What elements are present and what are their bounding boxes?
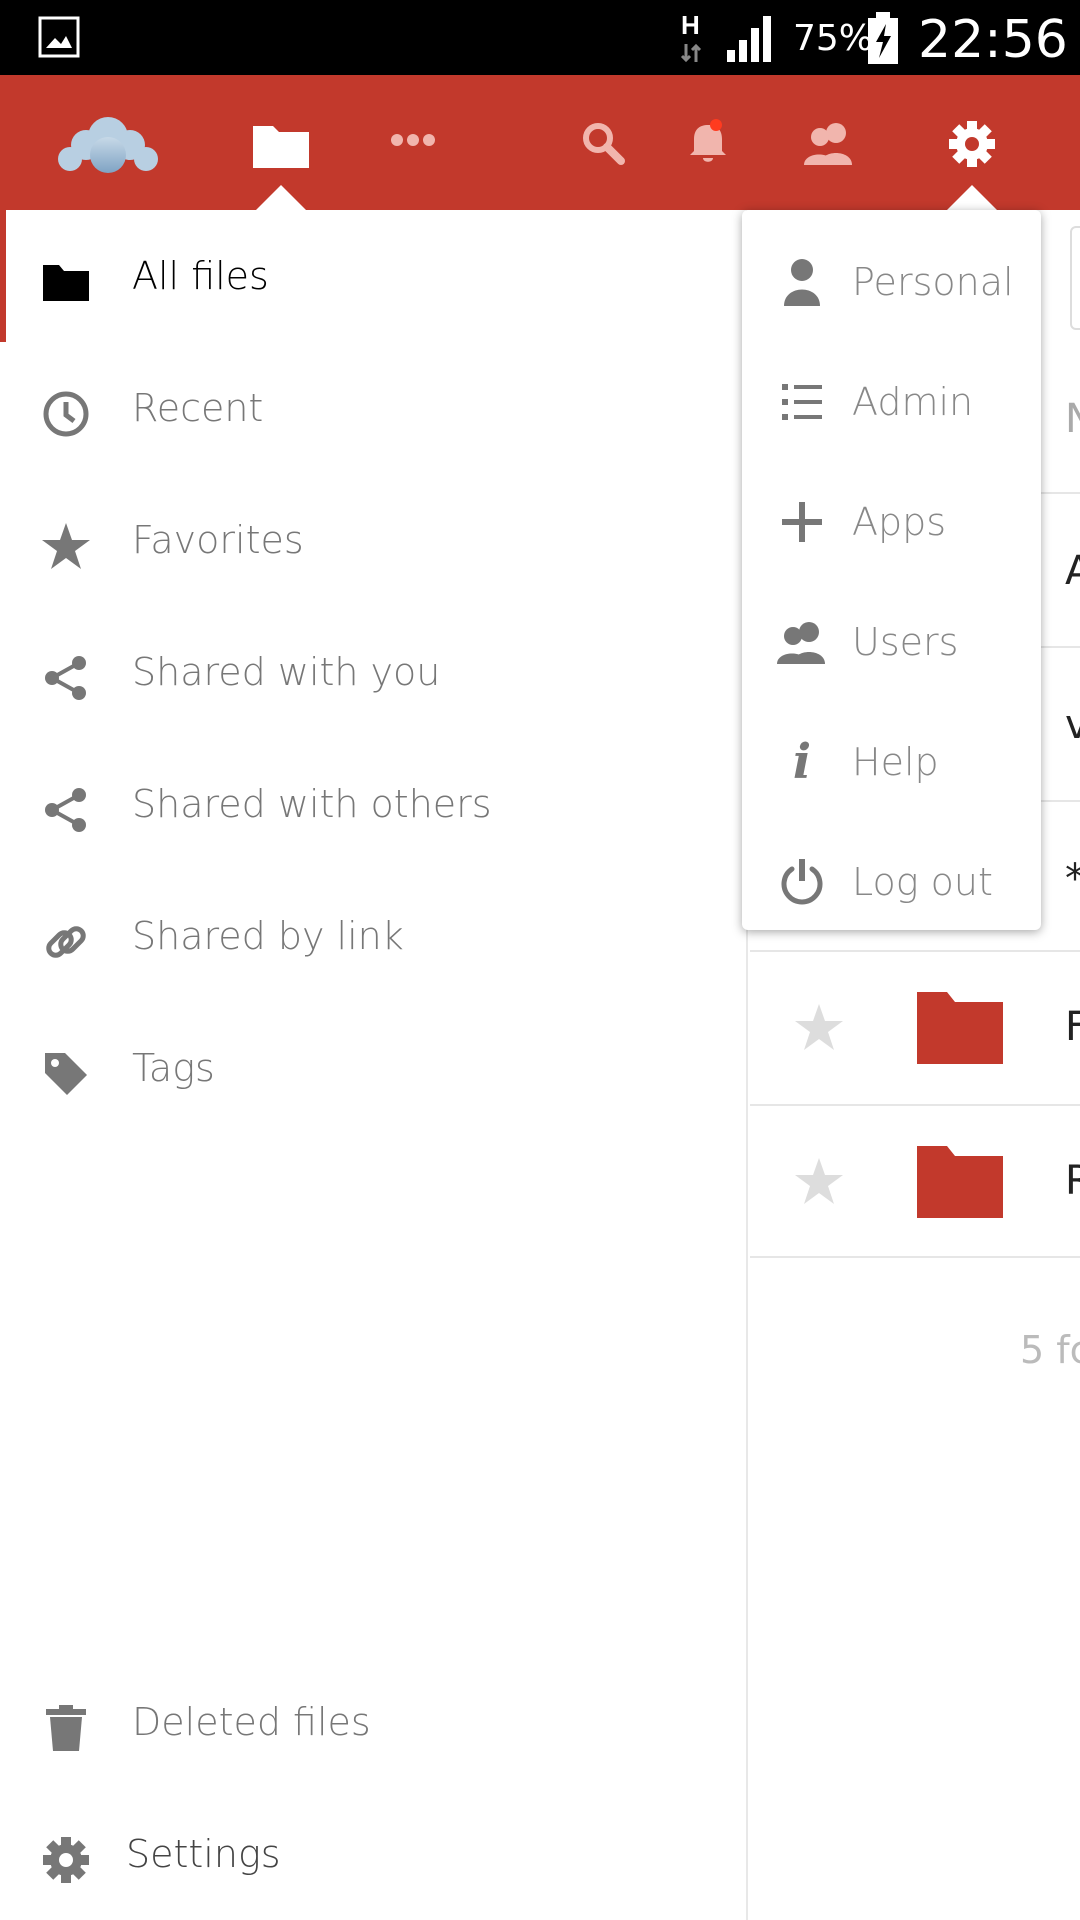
menu-item-apps[interactable]: Apps xyxy=(742,462,1041,582)
nav-caret xyxy=(255,185,307,211)
owncloud-logo[interactable] xyxy=(56,115,160,175)
nav-item-favorites[interactable]: Favorites xyxy=(0,474,748,606)
menu-item-users[interactable]: Users xyxy=(742,582,1041,702)
column-header-name[interactable]: N xyxy=(1065,396,1080,442)
folder-icon xyxy=(917,1146,1003,1218)
menu-item-help[interactable]: i Help xyxy=(742,702,1041,822)
share-icon xyxy=(40,784,92,836)
power-icon xyxy=(776,856,828,908)
clock: 22:56 xyxy=(918,10,1068,70)
settings-gear-icon[interactable] xyxy=(948,120,996,168)
nav-item-shared-by-link[interactable]: Shared by link xyxy=(0,870,748,1002)
file-row-name[interactable]: F xyxy=(1065,1004,1080,1050)
menu-caret xyxy=(946,185,998,211)
active-indicator xyxy=(0,210,6,342)
table-row[interactable]: R xyxy=(750,1106,1080,1256)
file-row-name[interactable]: v xyxy=(1065,702,1080,748)
network-icon: H xyxy=(678,10,704,68)
file-row-name[interactable]: * xyxy=(1065,856,1080,902)
contacts-icon[interactable] xyxy=(804,120,854,166)
person-icon xyxy=(776,256,828,308)
menu-item-personal[interactable]: Personal xyxy=(742,222,1041,342)
image-icon xyxy=(38,16,80,58)
more-apps-icon[interactable] xyxy=(390,130,436,150)
plus-icon xyxy=(776,496,828,548)
nav-item-recent[interactable]: Recent xyxy=(0,342,748,474)
nav-item-deleted-files[interactable]: Deleted files xyxy=(0,1656,748,1788)
nav-item-tags[interactable]: Tags xyxy=(0,1002,748,1134)
nav-item-all-files[interactable]: All files xyxy=(0,210,748,342)
app-header xyxy=(0,75,1080,210)
link-icon xyxy=(40,916,92,968)
folder-count-summary: 5 fc xyxy=(1020,1328,1080,1372)
search-field-edge[interactable] xyxy=(1070,226,1080,330)
settings-dropdown-menu: Personal Admin Apps Users i Help Log out xyxy=(742,210,1041,930)
notifications-bell-icon[interactable] xyxy=(686,117,730,167)
status-bar: H 75% 22:56 xyxy=(0,0,1080,75)
row-divider xyxy=(750,1256,1080,1258)
table-row[interactable]: F xyxy=(750,952,1080,1102)
app-navigation: All files Recent Favorites Shared with y… xyxy=(0,210,748,1920)
signal-icon xyxy=(727,16,771,62)
share-icon xyxy=(40,652,92,704)
file-row-name[interactable]: A xyxy=(1065,548,1080,594)
tag-icon xyxy=(40,1048,92,1100)
menu-item-admin[interactable]: Admin xyxy=(742,342,1041,462)
favorite-star-icon[interactable] xyxy=(795,1158,843,1204)
users-icon xyxy=(776,616,828,668)
folder-icon xyxy=(40,256,92,308)
battery-charging-icon xyxy=(868,12,898,64)
nav-item-shared-with-others[interactable]: Shared with others xyxy=(0,738,748,870)
trash-icon xyxy=(40,1702,92,1754)
clock-icon xyxy=(40,388,92,440)
star-icon xyxy=(40,520,92,572)
menu-item-log-out[interactable]: Log out xyxy=(742,822,1041,942)
gear-icon xyxy=(40,1834,92,1886)
favorite-star-icon[interactable] xyxy=(795,1004,843,1050)
battery-percent: 75% xyxy=(793,18,874,59)
nav-item-shared-with-you[interactable]: Shared with you xyxy=(0,606,748,738)
nav-item-settings[interactable]: Settings xyxy=(0,1788,748,1920)
list-icon xyxy=(776,376,828,428)
search-icon[interactable] xyxy=(580,120,626,166)
file-row-name[interactable]: R xyxy=(1065,1158,1080,1204)
files-folder-icon[interactable] xyxy=(252,120,310,170)
folder-icon xyxy=(917,992,1003,1064)
info-icon: i xyxy=(792,734,812,790)
